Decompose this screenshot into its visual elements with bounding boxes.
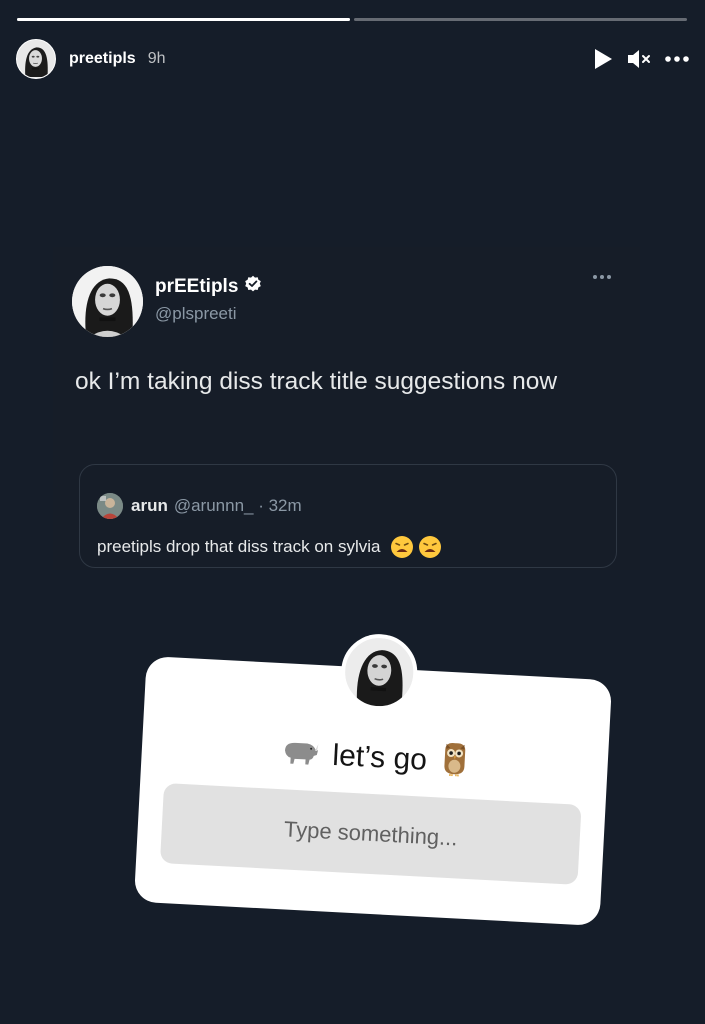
quoted-tweet-text-row: preetipls drop that diss track on sylvia (97, 535, 442, 559)
story-progress-segment-2 (354, 18, 687, 21)
story-header: preetipls 9h (16, 38, 689, 80)
sticker-response-input[interactable] (159, 783, 582, 885)
progress-fill (17, 18, 350, 21)
owl-icon (440, 740, 470, 785)
tweet-more-icon[interactable] (592, 267, 612, 285)
question-sticker[interactable]: let’s go (133, 632, 613, 927)
rhinoceros-icon (280, 734, 320, 774)
story-author-avatar[interactable] (16, 39, 56, 79)
tweet-name-row: prEEtipls (155, 275, 262, 298)
verified-badge-icon (244, 275, 262, 298)
quoted-tweet[interactable]: arun @arunnn_ · 32m preetipls drop that … (79, 464, 617, 568)
more-options-icon[interactable] (665, 55, 689, 63)
sticker-title: let’s go (331, 738, 428, 777)
tweet-card[interactable]: prEEtipls @plspreeti ok I’m taking diss … (53, 247, 640, 570)
story-username[interactable]: preetipls (69, 50, 136, 68)
quoted-author-handle-time: @arunnn_ · 32m (173, 496, 302, 515)
muted-speaker-icon[interactable] (627, 48, 651, 70)
quoted-author-avatar[interactable] (97, 493, 123, 519)
story-timestamp: 9h (147, 50, 166, 67)
sticker-author-avatar (339, 632, 420, 713)
play-icon[interactable] (593, 48, 613, 70)
quoted-author-name[interactable]: arun (131, 496, 168, 516)
sticker-title-row: let’s go (141, 724, 609, 792)
story-progress-segment-1 (17, 18, 350, 21)
quoted-tweet-text: preetipls drop that diss track on sylvia (97, 537, 381, 556)
weary-face-icon (390, 535, 414, 559)
tweet-text: ok I’m taking diss track title suggestio… (75, 368, 558, 395)
quoted-tweet-header: arun @arunnn_ · 32m (97, 493, 302, 519)
story-controls (593, 48, 689, 70)
tweet-author-avatar[interactable] (72, 266, 143, 337)
tweet-handle[interactable]: @plspreeti (155, 304, 237, 324)
tweet-display-name[interactable]: prEEtipls (155, 276, 238, 298)
weary-face-icon (418, 535, 442, 559)
